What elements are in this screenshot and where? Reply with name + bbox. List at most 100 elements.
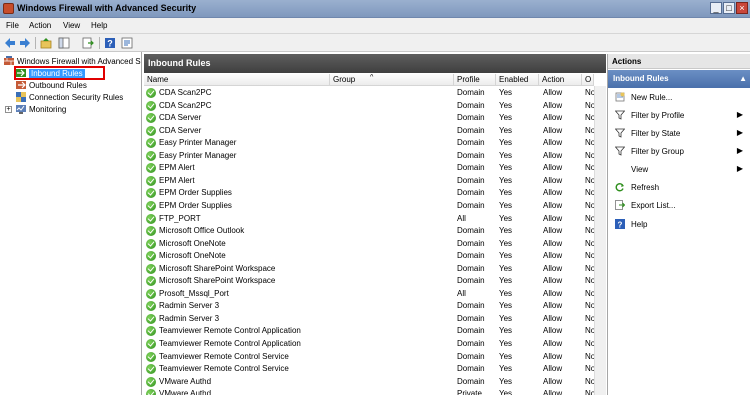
rule-action-cell: Allow	[543, 200, 563, 210]
rule-action-cell: Allow	[543, 100, 563, 110]
action-new-rule[interactable]: New Rule...	[608, 90, 750, 106]
rule-profile-cell: Domain	[457, 263, 485, 273]
action-refresh[interactable]: Refresh	[608, 180, 750, 196]
title-bar: Windows Firewall with Advanced Security …	[0, 0, 750, 18]
column-header-enabled[interactable]: Enabled	[496, 74, 539, 86]
menu-action[interactable]: Action	[29, 21, 51, 30]
table-row[interactable]: Microsoft SharePoint Workspace Domain Yes A…	[144, 263, 594, 276]
rule-override-cell: No	[585, 339, 594, 348]
table-row[interactable]: EPM Order Supplies Domain Yes Allow No	[144, 200, 594, 213]
properties-icon[interactable]	[121, 37, 133, 49]
tree-item-connection-security-rules[interactable]: Connection Security Rules	[16, 92, 123, 103]
rule-override-cell: No	[585, 276, 594, 286]
vertical-scrollbar[interactable]	[594, 86, 606, 395]
table-row[interactable]: EPM Order Supplies Domain Yes Allow No	[144, 187, 594, 200]
table-row[interactable]: Microsoft SharePoint Workspace Domain Yes A…	[144, 275, 594, 288]
rule-name-cell: Prosoft_Mssql_Port	[159, 288, 229, 298]
rule-profile-cell: Domain	[457, 163, 485, 173]
up-folder-icon[interactable]	[40, 37, 52, 49]
table-row[interactable]: Easy Printer Manager Domain Yes Allow No	[144, 150, 594, 163]
rule-enabled-icon	[146, 389, 156, 395]
rule-action-cell: Allow	[543, 125, 563, 135]
firewall-icon	[4, 56, 14, 66]
table-row[interactable]: CDA Server Domain Yes Allow No	[144, 112, 594, 125]
rule-enabled-cell: Yes	[499, 226, 513, 236]
rule-profile-cell: Domain	[457, 376, 485, 386]
toolbar: ?	[0, 34, 750, 52]
export-list-icon[interactable]	[82, 37, 94, 49]
rule-name-cell: Microsoft Office Outlook	[159, 226, 245, 236]
table-row[interactable]: EPM Alert Domain Yes Allow No	[144, 175, 594, 188]
rule-profile-cell: All	[457, 288, 466, 298]
help-icon[interactable]: ?	[104, 37, 116, 49]
close-button[interactable]: ×	[736, 2, 748, 14]
rule-enabled-icon	[146, 326, 156, 337]
table-row[interactable]: Teamviewer Remote Control Service Domain Y…	[144, 351, 594, 364]
action-filter-by-group[interactable]: Filter by Group ▶	[608, 144, 750, 160]
rule-override-cell: No	[585, 288, 594, 298]
rule-enabled-icon	[146, 313, 156, 324]
table-row[interactable]: Teamviewer Remote Control Service Domain Y…	[144, 363, 594, 376]
table-row[interactable]: FTP_PORT All Yes Allow No	[144, 213, 594, 226]
tree-item-outbound-rules[interactable]: Outbound Rules	[16, 80, 87, 91]
table-row[interactable]: Microsoft OneNote Domain Yes Allow No	[144, 250, 594, 263]
table-row[interactable]: CDA Scan2PC Domain Yes Allow No	[144, 87, 594, 100]
action-view[interactable]: View ▶	[608, 162, 750, 178]
tree-item-monitoring[interactable]: Monitoring	[16, 104, 66, 115]
table-row[interactable]: Radmin Server 3 Domain Yes Allow No	[144, 300, 594, 313]
rule-enabled-cell: Yes	[499, 276, 513, 286]
rule-profile-cell: Domain	[457, 125, 485, 135]
rule-enabled-icon	[146, 238, 156, 249]
rule-action-cell: Allow	[543, 389, 563, 395]
column-header-override[interactable]: O	[582, 74, 594, 86]
maximize-button[interactable]: □	[723, 2, 735, 14]
rule-enabled-icon	[146, 88, 156, 98]
action-filter-by-profile[interactable]: Filter by Profile ▶	[608, 108, 750, 124]
table-row[interactable]: CDA Scan2PC Domain Yes Allow No	[144, 100, 594, 113]
rule-profile-cell: Domain	[457, 113, 485, 123]
table-row[interactable]: Microsoft Office Outlook Domain Yes Allow No	[144, 225, 594, 238]
column-header-action[interactable]: Action	[539, 74, 582, 86]
expand-monitoring-button[interactable]: +	[5, 106, 12, 113]
rule-enabled-icon	[146, 150, 156, 161]
rule-enabled-cell: Yes	[499, 313, 513, 323]
column-header-name[interactable]: Name	[144, 74, 330, 86]
minimize-button[interactable]: _	[710, 2, 722, 14]
rule-profile-cell: Domain	[457, 313, 485, 323]
rule-enabled-icon	[146, 100, 156, 111]
table-row[interactable]: VMware Authd Domain Yes Allow No	[144, 376, 594, 389]
menu-view[interactable]: View	[63, 21, 80, 30]
action-help[interactable]: ? Help	[608, 217, 750, 233]
table-row[interactable]: EPM Alert Domain Yes Allow No	[144, 162, 594, 175]
filter-icon	[615, 128, 625, 138]
rule-name-cell: EPM Alert	[159, 175, 195, 185]
action-filter-by-state[interactable]: Filter by State ▶	[608, 126, 750, 142]
show-hide-tree-icon[interactable]	[58, 37, 70, 49]
table-row[interactable]: Prosoft_Mssql_Port All Yes Allow No	[144, 288, 594, 301]
toolbar-separator	[35, 37, 36, 49]
back-icon[interactable]	[4, 37, 16, 49]
actions-section-label: Inbound Rules	[613, 74, 669, 83]
rule-override-cell: No	[585, 238, 594, 248]
table-row[interactable]: Easy Printer Manager Domain Yes Allow No	[144, 137, 594, 150]
table-row[interactable]: Radmin Server 3 Domain Yes Allow No	[144, 313, 594, 326]
action-export-list[interactable]: Export List...	[608, 198, 750, 214]
rule-action-cell: Allow	[543, 113, 563, 123]
menu-help[interactable]: Help	[91, 21, 107, 30]
table-row[interactable]: Teamviewer Remote Control Application Dom…	[144, 325, 594, 338]
table-row[interactable]: VMware Authd Private Yes Allow No	[144, 388, 594, 395]
table-row[interactable]: Teamviewer Remote Control Application Dom…	[144, 338, 594, 351]
column-header-group[interactable]: Group ^	[330, 74, 454, 86]
forward-icon[interactable]	[19, 37, 31, 49]
table-row[interactable]: Microsoft OneNote Domain Yes Allow No	[144, 238, 594, 251]
rule-profile-cell: Domain	[457, 200, 485, 210]
menu-file[interactable]: File	[6, 21, 19, 30]
table-row[interactable]: CDA Server Domain Yes Allow No	[144, 125, 594, 138]
actions-section-inbound-rules[interactable]: Inbound Rules ▲	[608, 70, 750, 88]
toolbar-separator	[99, 37, 100, 49]
connection-security-icon	[16, 92, 26, 102]
rule-enabled-icon	[146, 226, 156, 237]
column-header-profile[interactable]: Profile	[454, 74, 496, 86]
rule-profile-cell: Domain	[457, 276, 485, 286]
rule-override-cell: No	[585, 351, 594, 361]
